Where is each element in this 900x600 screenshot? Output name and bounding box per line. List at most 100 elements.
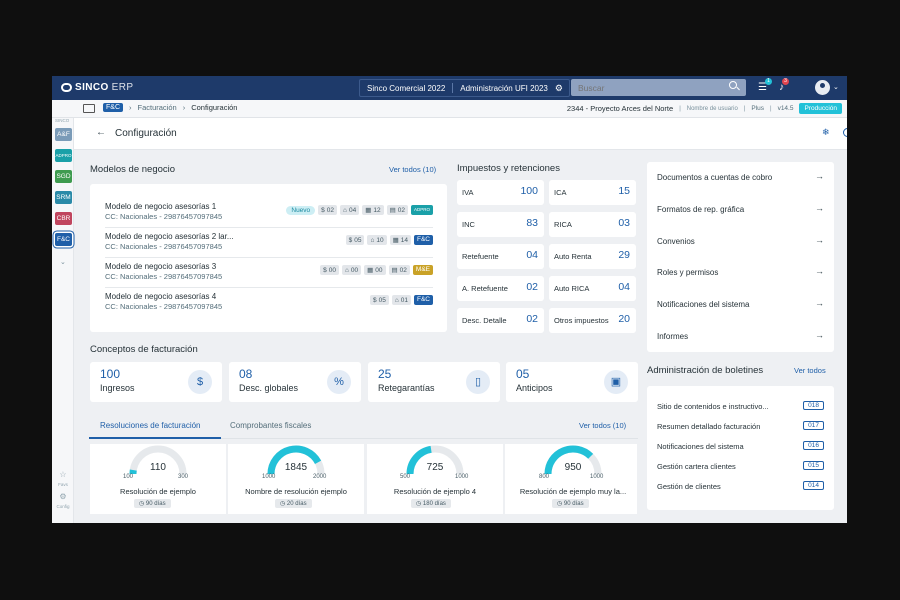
notifications-bell-icon[interactable]: ♪ 3 xyxy=(779,78,789,93)
link-label: Notificaciones del sistema xyxy=(657,300,750,309)
tax-card[interactable]: Retefuente 04 xyxy=(457,244,544,269)
link-formatos[interactable]: Formatos de rep. gráfica → xyxy=(657,194,824,225)
project-name[interactable]: 2344 - Proyecto Arces del Norte xyxy=(567,104,673,113)
list-item[interactable]: Modelo de negocio asesorías 4 CC: Nacion… xyxy=(105,288,433,318)
resolution-gauge[interactable]: 110 100 300 Resolución de ejemplo ◷ 90 días xyxy=(90,444,226,514)
gauge-value: 950 xyxy=(564,462,582,473)
boletines-title: Administración de boletines xyxy=(647,365,764,376)
chip-count: 05 xyxy=(354,236,362,244)
chip-count: 00 xyxy=(375,266,383,274)
tax-value: 20 xyxy=(618,313,630,325)
sinco-logo[interactable]: SINCO ERP xyxy=(61,82,133,93)
link-roles[interactable]: Roles y permisos → xyxy=(657,257,824,288)
concept-count: 25 xyxy=(378,367,392,381)
modelos-card: Modelo de negocio asesorías 1 CC: Nacion… xyxy=(90,184,447,332)
tax-card[interactable]: ICA 15 xyxy=(549,180,636,205)
tax-card[interactable]: INC 83 xyxy=(457,212,544,237)
dollar-chip: $05 xyxy=(369,295,389,305)
calendar-icon: ▦ xyxy=(367,267,374,274)
modelo-cc: CC: Nacionales - 29876457097845 xyxy=(105,272,223,281)
snowflake-icon[interactable]: ❄ xyxy=(822,127,830,138)
chip-count: 02 xyxy=(397,206,405,214)
concept-card[interactable]: 25 Retegarantías ▯ xyxy=(368,362,500,402)
tax-label: IVA xyxy=(462,188,474,197)
tax-value: 83 xyxy=(526,217,538,229)
chevron-down-icon[interactable]: ⌄ xyxy=(833,83,839,91)
chip-count: 00 xyxy=(350,266,359,274)
tasks-checklist-icon[interactable]: ☰ 1 xyxy=(758,78,772,93)
resolution-gauge[interactable]: 950 800 1000 Resolución de ejemplo muy la..… xyxy=(505,444,637,514)
search-input[interactable] xyxy=(571,79,746,96)
tax-card[interactable]: A. Retefuente 02 xyxy=(457,276,544,301)
gauge-name: Resolución de ejemplo xyxy=(120,487,196,496)
tax-card[interactable]: IVA 100 xyxy=(457,180,544,205)
search-icon[interactable] xyxy=(729,81,737,89)
link-label: Formatos de rep. gráfica xyxy=(657,205,745,214)
crumb-facturacion[interactable]: Facturación xyxy=(138,103,177,112)
tax-label: ICA xyxy=(554,188,567,197)
dollar-coin-icon: $ xyxy=(188,370,212,394)
module-cbr[interactable]: CBR xyxy=(55,212,72,225)
module-adpro[interactable]: ADPRO xyxy=(55,149,72,162)
concept-card[interactable]: 100 Ingresos $ xyxy=(90,362,222,402)
tab-comprobantes[interactable]: Comprobantes fiscales xyxy=(230,421,311,430)
tag-chip: ⌂ 01 xyxy=(391,295,411,305)
user-avatar[interactable] xyxy=(815,80,830,95)
context-selector[interactable]: Sinco Comercial 2022 Administración UFI … xyxy=(359,79,570,97)
resolution-gauge[interactable]: 725 500 1000 Resolución de ejemplo 4 ◷ 180 d… xyxy=(367,444,503,514)
module-srm[interactable]: SRM xyxy=(55,191,72,204)
sidebar-toggle-icon[interactable] xyxy=(83,104,95,113)
boletin-item[interactable]: Notificaciones del sistema 016 xyxy=(657,438,824,458)
concept-card[interactable]: 08 Desc. globales% xyxy=(229,362,361,402)
tax-card[interactable]: RICA 03 xyxy=(549,212,636,237)
boletin-item[interactable]: Sitio de contenidos e instructivo... 018 xyxy=(657,398,824,418)
module-af[interactable]: A&F xyxy=(55,128,72,141)
tax-card[interactable]: Auto RICA 04 xyxy=(549,276,636,301)
module-tag: M&E xyxy=(412,265,433,275)
boletin-item[interactable]: Gestión cartera clientes 015 xyxy=(657,458,824,478)
link-documentos[interactable]: Documentos a cuentas de cobro → xyxy=(657,162,824,193)
sinco-logo-icon xyxy=(61,83,72,92)
module-fc[interactable]: F&C xyxy=(55,233,72,246)
gear-icon[interactable]: ⚙ xyxy=(52,492,74,501)
settings-gear-icon[interactable]: ⚙ xyxy=(555,83,569,94)
modelo-chips: $05 ⌂ 01 F&C xyxy=(369,295,433,305)
tag-icon: ⌂ xyxy=(370,236,375,244)
resolution-gauge[interactable]: 1845 1000 2000 Nombre de resolución ejemplo… xyxy=(228,444,364,514)
link-label: Documentos a cuentas de cobro xyxy=(657,173,773,182)
rail-brand: SINCO xyxy=(55,118,70,123)
tax-value: 02 xyxy=(526,281,538,293)
link-label: Informes xyxy=(657,332,689,341)
resoluciones-ver-todos-link[interactable]: Ver todos (10) xyxy=(579,421,626,430)
link-convenios[interactable]: Convenios → xyxy=(657,226,824,257)
chevron-down-icon[interactable]: ⌄ xyxy=(60,258,66,266)
concept-card[interactable]: 05 Anticipos ▣ xyxy=(506,362,638,402)
module-sgd[interactable]: SGD xyxy=(55,170,72,183)
tax-card[interactable]: Otros impuestos 20 xyxy=(549,308,636,333)
boletin-item[interactable]: Gestión de clientes 014 xyxy=(657,478,824,498)
boletines-ver-todos-link[interactable]: Ver todos xyxy=(794,366,826,375)
gauge-days-badge: ◷ 90 días xyxy=(134,499,171,508)
info-divider: | xyxy=(770,105,772,112)
star-icon[interactable]: ☆ xyxy=(52,470,74,479)
gauge-days-badge: ◷ 20 días xyxy=(275,499,312,508)
list-item[interactable]: Modelo de negocio asesorías 3 CC: Nacion… xyxy=(105,258,433,288)
back-arrow-icon[interactable]: ← xyxy=(96,127,106,138)
link-informes[interactable]: Informes → xyxy=(657,321,824,352)
modelo-name: Modelo de negocio asesorías 3 xyxy=(105,262,217,271)
info-icon[interactable]: i xyxy=(843,128,847,137)
concept-count: 100 xyxy=(100,367,121,381)
tax-label: Desc. Detalle xyxy=(462,316,507,325)
tab-resoluciones[interactable]: Resoluciones de facturación xyxy=(100,421,201,430)
link-notificaciones[interactable]: Notificaciones del sistema → xyxy=(657,289,824,320)
modelos-ver-todos-link[interactable]: Ver todos (10) xyxy=(389,165,436,174)
arrow-right-icon: → xyxy=(815,235,824,245)
boletin-item[interactable]: Resumen detallado facturación 017 xyxy=(657,418,824,438)
list-item[interactable]: Modelo de negocio asesorías 1 CC: Nacion… xyxy=(105,198,433,228)
tax-card[interactable]: Auto Renta 29 xyxy=(549,244,636,269)
tax-card[interactable]: Desc. Detalle 02 xyxy=(457,308,544,333)
top-bar: SINCO ERP Sinco Comercial 2022 Administra… xyxy=(52,76,847,100)
modelo-chips: $00 ⌂ 00 ▦ 00 ▤ 02 M&E xyxy=(320,265,433,275)
modelo-name: Modelo de negocio asesorías 1 xyxy=(105,202,217,211)
list-item[interactable]: Modelo de negocio asesorías 2 lar... CC:… xyxy=(105,228,433,258)
